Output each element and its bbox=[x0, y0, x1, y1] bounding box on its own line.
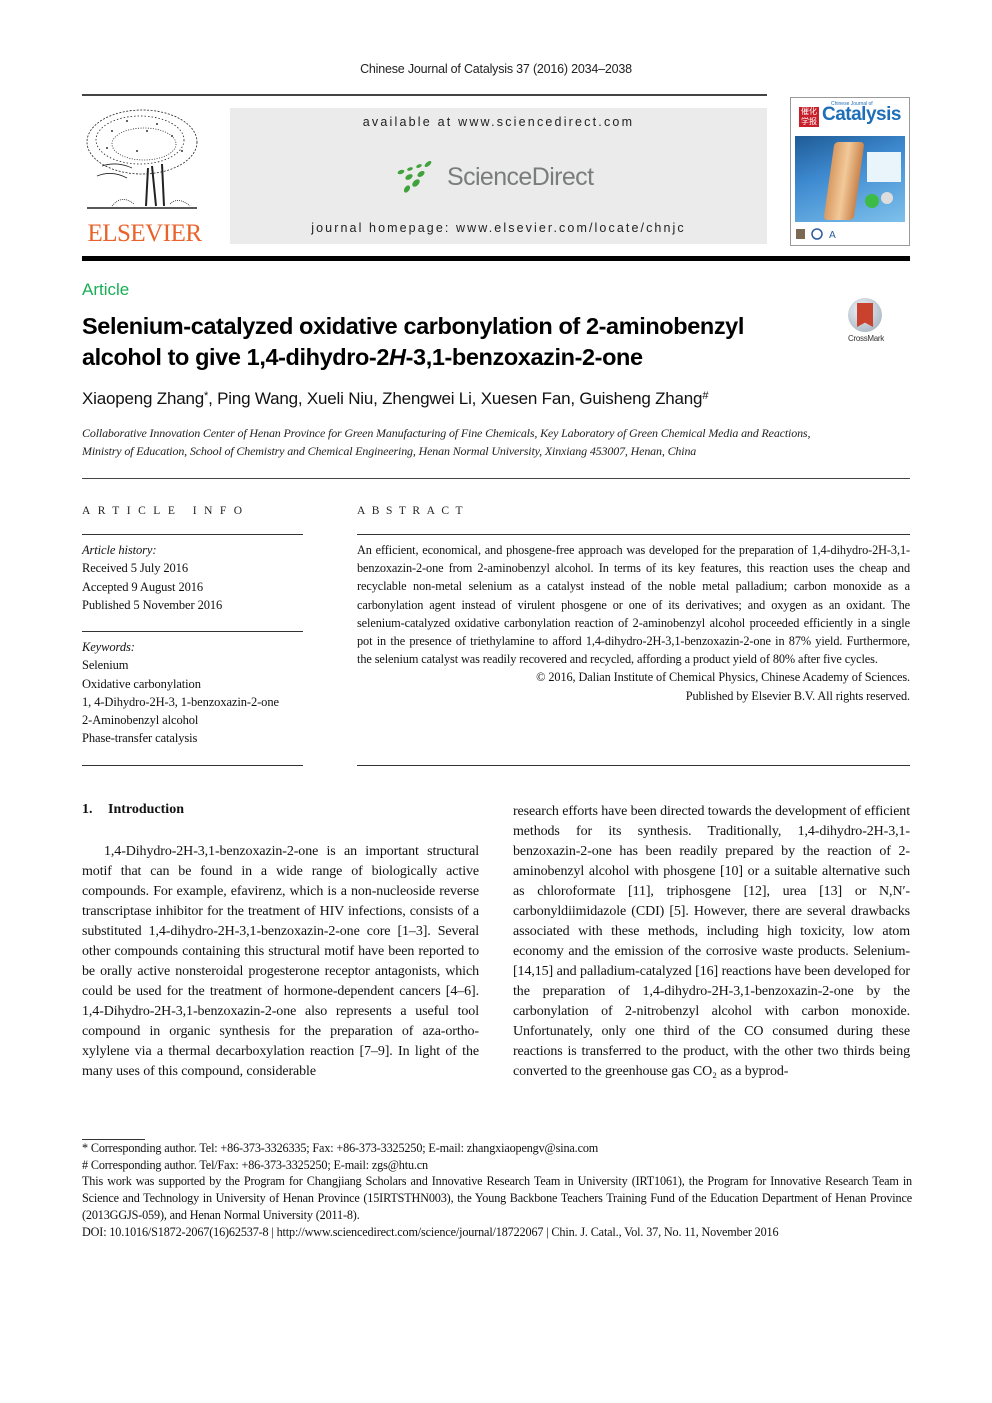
section-heading-introduction: 1. Introduction bbox=[82, 802, 184, 818]
abstract-text: An efficient, economical, and phosgene-f… bbox=[357, 543, 910, 667]
abstract-end-rule bbox=[357, 765, 910, 766]
body-column-right: research efforts have been directed towa… bbox=[513, 802, 910, 1082]
cover-tube-graphic bbox=[823, 142, 865, 220]
abstract-heading: ABSTRACT bbox=[357, 505, 470, 517]
sciencedirect-leaves-icon bbox=[397, 161, 432, 193]
body-paragraph: research efforts have been directed towa… bbox=[513, 804, 910, 1079]
crossmark-badge[interactable]: CrossMark bbox=[840, 298, 892, 348]
footnotes: * Corresponding author. Tel: +86-373-332… bbox=[82, 1140, 912, 1240]
article-info-heading: ARTICLE INFO bbox=[82, 505, 250, 517]
sciencedirect-logo[interactable]: ScienceDirect bbox=[395, 156, 615, 196]
article-history: Article history: Received 5 July 2016 Ac… bbox=[82, 541, 307, 614]
author-list: Xiaopeng Zhang*, Ping Wang, Xueli Niu, Z… bbox=[82, 389, 708, 409]
abstract-body: An efficient, economical, and phosgene-f… bbox=[357, 541, 910, 705]
elsevier-logo[interactable]: ELSEVIER bbox=[82, 106, 207, 247]
footnote-doi[interactable]: DOI: 10.1016/S1872-2067(16)62537-8 | htt… bbox=[82, 1224, 912, 1241]
body-paragraph: 1,4-Dihydro-2H-3,1-benzoxazin-2-one is a… bbox=[82, 844, 479, 1079]
title-line-1: Selenium-catalyzed oxidative carbonylati… bbox=[82, 313, 744, 339]
available-at-link[interactable]: available at www.sciencedirect.com bbox=[230, 115, 767, 129]
history-published: Published 5 November 2016 bbox=[82, 597, 223, 612]
sciencedirect-banner: available at www.sciencedirect.com Scien… bbox=[230, 108, 767, 244]
keywords: Keywords: Selenium Oxidative carbonylati… bbox=[82, 638, 307, 748]
author-names: , Ping Wang, Xueli Niu, Zhengwei Li, Xue… bbox=[208, 389, 703, 408]
cover-title: Catalysis bbox=[822, 104, 901, 125]
affiliation-line: Ministry of Education, School of Chemist… bbox=[82, 444, 697, 458]
header-thick-rule bbox=[82, 256, 910, 261]
cover-panel-graphic bbox=[867, 152, 901, 182]
svg-text:A: A bbox=[829, 230, 836, 240]
elsevier-tree-icon bbox=[86, 109, 198, 209]
footnote-corresponding-2: # Corresponding author. Tel/Fax: +86-373… bbox=[82, 1157, 428, 1172]
chinese-journal-mark: 催化学报 bbox=[799, 107, 819, 127]
cover-artwork bbox=[795, 136, 905, 222]
title-line-2: alcohol to give 1,4-dihydro-2H-3,1-benzo… bbox=[82, 342, 832, 373]
journal-cover-thumbnail[interactable]: 催化学报 Chinese Journal of Catalysis A bbox=[790, 97, 910, 246]
body-column-left: 1,4-Dihydro-2H-3,1-benzoxazin-2-one is a… bbox=[82, 842, 479, 1082]
copyright-line: © 2016, Dalian Institute of Chemical Phy… bbox=[536, 670, 910, 685]
article-history-rule bbox=[82, 631, 303, 632]
keyword-item: 2-Aminobenzyl alcohol bbox=[82, 713, 199, 728]
cover-footer-logos-icon: A bbox=[796, 228, 836, 240]
article-type-label: Article bbox=[82, 280, 130, 299]
footnote-corresponding-1: * Corresponding author. Tel: +86-373-332… bbox=[82, 1141, 599, 1155]
crossmark-label: CrossMark bbox=[848, 334, 884, 343]
affiliation-rule bbox=[82, 478, 910, 479]
abstract-rule bbox=[357, 534, 910, 535]
keywords-rule bbox=[82, 765, 303, 766]
history-received: Received 5 July 2016 bbox=[82, 561, 188, 576]
article-history-label: Article history: bbox=[82, 543, 157, 557]
article-title: Selenium-catalyzed oxidative carbonylati… bbox=[82, 311, 832, 373]
corresponding-mark[interactable]: # bbox=[702, 390, 708, 402]
title-italic-h: H bbox=[389, 344, 406, 370]
author-name[interactable]: Xiaopeng Zhang bbox=[82, 389, 204, 408]
header-rule bbox=[82, 94, 767, 96]
article-info-rule bbox=[82, 534, 303, 535]
section-title: Introduction bbox=[108, 802, 184, 817]
affiliation-line: Collaborative Innovation Center of Henan… bbox=[82, 426, 811, 440]
affiliation: Collaborative Innovation Center of Henan… bbox=[82, 424, 912, 460]
footnote-funding: This work was supported by the Program f… bbox=[82, 1174, 912, 1222]
cover-molecule-graphic bbox=[865, 194, 879, 208]
keyword-item: Selenium bbox=[82, 658, 129, 673]
sciencedirect-wordmark: ScienceDirect bbox=[447, 163, 594, 191]
section-number: 1. bbox=[82, 802, 93, 817]
title-text: alcohol to give 1,4-dihydro-2 bbox=[82, 344, 390, 370]
keyword-item: Phase-transfer catalysis bbox=[82, 731, 198, 746]
keywords-label: Keywords: bbox=[82, 640, 135, 654]
history-accepted: Accepted 9 August 2016 bbox=[82, 579, 204, 594]
keyword-item: 1, 4-Dihydro-2H-3, 1-benzoxazin-2-one bbox=[82, 694, 279, 709]
keyword-item: Oxidative carbonylation bbox=[82, 676, 201, 691]
publisher-rights-line: Published by Elsevier B.V. All rights re… bbox=[685, 688, 910, 703]
title-text: -3,1-benzoxazin-2-one bbox=[405, 344, 643, 370]
cover-molecule-graphic bbox=[881, 192, 893, 204]
elsevier-wordmark: ELSEVIER bbox=[87, 220, 202, 247]
journal-citation: Chinese Journal of Catalysis 37 (2016) 2… bbox=[360, 62, 632, 76]
journal-homepage-link[interactable]: journal homepage: www.elsevier.com/locat… bbox=[230, 221, 767, 235]
